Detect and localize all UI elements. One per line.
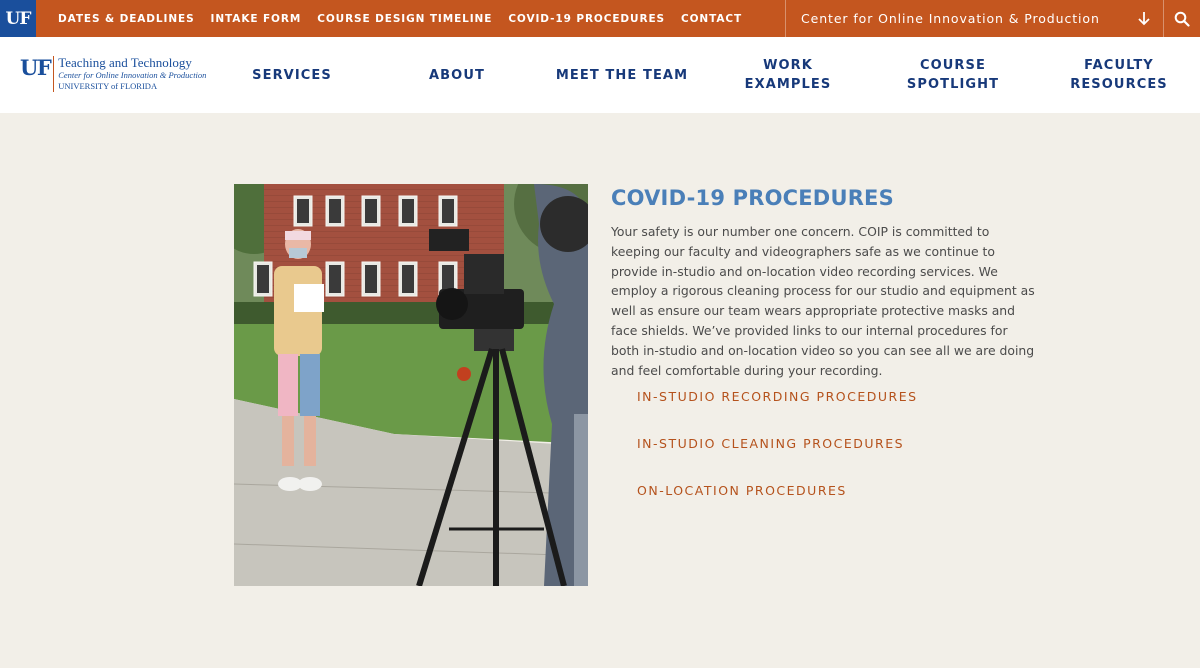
- link-course-design-timeline[interactable]: COURSE DESIGN TIMELINE: [317, 13, 492, 25]
- nav-services[interactable]: SERVICES: [222, 37, 362, 113]
- logo-text: Teaching and Technology Center for Onlin…: [58, 56, 206, 92]
- search-button[interactable]: [1163, 0, 1200, 37]
- covid-recording-photo: [234, 184, 588, 586]
- utility-links: DATES & DEADLINES INTAKE FORM COURSE DES…: [58, 0, 758, 37]
- arrow-down-icon: [1138, 12, 1150, 26]
- link-in-studio-cleaning-procedures[interactable]: IN-STUDIO CLEANING PROCEDURES: [637, 436, 904, 451]
- nav-work-examples[interactable]: WORK EXAMPLES: [717, 37, 859, 113]
- link-covid-procedures[interactable]: COVID-19 PROCEDURES: [508, 13, 665, 25]
- logo-line-3: UNIVERSITY of FLORIDA: [58, 81, 158, 91]
- uf-logo-badge[interactable]: UF: [0, 0, 36, 37]
- page-title: COVID-19 PROCEDURES: [611, 186, 894, 210]
- top-utility-bar: UF DATES & DEADLINES INTAKE FORM COURSE …: [0, 0, 1200, 37]
- nav-meet-the-team[interactable]: MEET THE TEAM: [552, 37, 692, 113]
- logo-line-1: Teaching and Technology: [58, 55, 192, 70]
- link-in-studio-recording-procedures[interactable]: IN-STUDIO RECORDING PROCEDURES: [637, 389, 918, 404]
- link-contact[interactable]: CONTACT: [681, 13, 742, 25]
- link-intake-form[interactable]: INTAKE FORM: [211, 13, 302, 25]
- uf-logo-text: UF: [5, 8, 32, 29]
- logo-divider: [53, 56, 55, 92]
- covid-content: COVID-19 PROCEDURES Your safety is our n…: [611, 184, 1041, 380]
- logo-line-2: Center for Online Innovation & Productio…: [58, 70, 207, 80]
- main-navigation: UF Teaching and Technology Center for On…: [0, 37, 1200, 113]
- intro-paragraph: Your safety is our number one concern. C…: [611, 224, 1035, 378]
- link-dates-deadlines[interactable]: DATES & DEADLINES: [58, 13, 195, 25]
- photo-illustration: [234, 184, 588, 586]
- nav-about[interactable]: ABOUT: [387, 37, 527, 113]
- nav-course-spotlight[interactable]: COURSE SPOTLIGHT: [883, 37, 1023, 113]
- search-icon: [1174, 11, 1190, 27]
- center-dropdown[interactable]: Center for Online Innovation & Productio…: [785, 0, 1163, 37]
- logo-mark: UF: [20, 55, 52, 80]
- link-on-location-procedures[interactable]: ON-LOCATION PROCEDURES: [637, 483, 847, 498]
- center-dropdown-label: Center for Online Innovation & Productio…: [801, 11, 1100, 26]
- site-logo[interactable]: UF Teaching and Technology Center for On…: [20, 56, 206, 92]
- nav-faculty-resources[interactable]: FACULTY RESOURCES: [1048, 37, 1190, 113]
